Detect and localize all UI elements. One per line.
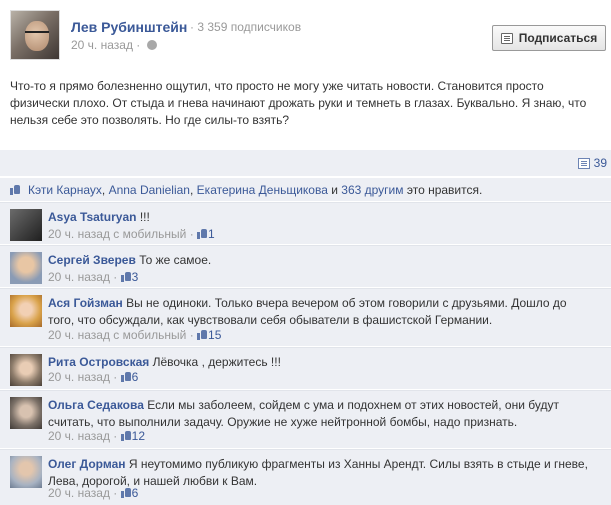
comment-meta: 20 ч. назад · 6 — [48, 486, 138, 500]
comment-like-count[interactable]: 3 — [120, 270, 139, 284]
comment-body: Рита Островская Лёвочка , держитесь !!! — [48, 354, 596, 371]
like-icon — [197, 329, 208, 340]
like-icon — [120, 271, 132, 282]
like-icon — [197, 228, 208, 239]
subscriber-count-text: 3 359 подписчиков — [197, 20, 302, 34]
comma: , — [189, 183, 194, 197]
liker-link[interactable]: Екатерина Деньщикова — [197, 183, 328, 197]
commenter-avatar[interactable] — [10, 456, 42, 488]
post-timestamp[interactable]: 20 ч. назад — [71, 38, 133, 52]
subscribe-label: Подписаться — [518, 31, 598, 45]
comment: Ольга Седакова Если мы заболеем, сойдем … — [0, 390, 611, 448]
comment-like-value: 1 — [208, 227, 215, 241]
share-count[interactable]: 39 — [577, 156, 607, 170]
comment-timestamp[interactable]: 20 ч. назад — [48, 328, 110, 342]
comment-like-count[interactable]: 6 — [120, 370, 139, 384]
comment-body: Олег Дорман Я неутомимо публикую фрагмен… — [48, 456, 596, 490]
likes-others-link[interactable]: 363 другим — [341, 183, 403, 197]
separator: · — [189, 328, 194, 342]
comment-mobile: с мобильный — [113, 328, 187, 342]
comment-text: !!! — [139, 210, 150, 224]
comment-like-count[interactable]: 12 — [120, 429, 145, 443]
comment-body: Сергей Зверев То же самое. — [48, 252, 596, 269]
share-bar: 39 — [0, 150, 611, 176]
commenter-name[interactable]: Asya Tsaturyan — [48, 210, 136, 224]
liker-link[interactable]: Кэти Карнаух — [28, 183, 102, 197]
commenter-avatar[interactable] — [10, 397, 42, 429]
comment-timestamp[interactable]: 20 ч. назад — [48, 227, 110, 241]
commenter-name[interactable]: Олег Дорман — [48, 457, 125, 471]
like-icon — [120, 487, 132, 498]
comment-like-value: 6 — [131, 486, 139, 500]
comment-text: Я неутомимо публикую фрагменты из Ханны … — [48, 457, 588, 488]
separator: · — [136, 38, 141, 52]
separator: · — [190, 20, 194, 34]
share-icon — [577, 157, 590, 169]
comment-meta: 20 ч. назад с мобильный · 15 — [48, 328, 221, 342]
comment-meta: 20 ч. назад · 6 — [48, 370, 138, 384]
commenter-name[interactable]: Сергей Зверев — [48, 253, 136, 267]
likes-text: Кэти Карнаух, Anna Danielian, Екатерина … — [28, 183, 482, 197]
separator: · — [113, 270, 118, 284]
comment-like-count[interactable]: 1 — [197, 227, 215, 241]
comment-meta: 20 ч. назад · 3 — [48, 270, 138, 284]
author-avatar[interactable] — [10, 10, 60, 60]
likes-and: и — [331, 183, 338, 197]
comment: Сергей Зверев То же самое. 20 ч. назад ·… — [0, 245, 611, 287]
comment-like-value: 6 — [131, 370, 139, 384]
comment-body: Asya Tsaturyan !!! — [48, 209, 596, 226]
comment-text: Вы не одиноки. Только вчера вечером об э… — [48, 296, 567, 327]
like-icon — [10, 184, 21, 195]
post-meta: 20 ч. назад · — [71, 38, 157, 52]
comment-meta: 20 ч. назад · 12 — [48, 429, 145, 443]
author-name[interactable]: Лев Рубинштейн — [71, 19, 187, 35]
likes-summary: Кэти Карнаух, Anna Danielian, Екатерина … — [0, 177, 611, 201]
comment-body: Ася Гойзман Вы не одиноки. Только вчера … — [48, 295, 596, 329]
comment-like-count[interactable]: 15 — [197, 328, 221, 342]
comment-like-value: 15 — [208, 328, 222, 342]
likes-suffix: это нравится. — [406, 183, 483, 197]
comment-like-value: 3 — [131, 270, 139, 284]
separator: · — [113, 486, 118, 500]
commenter-avatar[interactable] — [10, 354, 42, 386]
comment-body: Ольга Седакова Если мы заболеем, сойдем … — [48, 397, 596, 431]
subscribe-feed-icon — [500, 32, 513, 44]
comment: Олег Дорман Я неутомимо публикую фрагмен… — [0, 449, 611, 505]
like-icon — [120, 371, 132, 382]
globe-icon[interactable] — [146, 40, 157, 50]
comment-like-count[interactable]: 6 — [120, 486, 139, 500]
separator: · — [113, 429, 118, 443]
comment-timestamp[interactable]: 20 ч. назад — [48, 486, 110, 500]
subscribe-button[interactable]: Подписаться — [492, 25, 606, 51]
comment-text: То же самое. — [139, 253, 212, 267]
like-icon — [120, 430, 132, 441]
comment-timestamp[interactable]: 20 ч. назад — [48, 429, 110, 443]
comment-mobile: с мобильный — [113, 227, 187, 241]
comment-text: Лёвочка , держитесь !!! — [152, 355, 281, 369]
facebook-post: Лев Рубинштейн · 3 359 подписчиков 20 ч.… — [0, 0, 611, 505]
comma: , — [101, 183, 106, 197]
comment: Asya Tsaturyan !!! 20 ч. назад с мобильн… — [0, 202, 611, 244]
subscriber-count: · 3 359 подписчиков — [190, 20, 301, 34]
avatar-glasses — [25, 31, 49, 36]
commenter-name[interactable]: Рита Островская — [48, 355, 149, 369]
comment-meta: 20 ч. назад с мобильный · 1 — [48, 227, 215, 241]
comment-timestamp[interactable]: 20 ч. назад — [48, 370, 110, 384]
commenter-name[interactable]: Ольга Седакова — [48, 398, 144, 412]
commenter-avatar[interactable] — [10, 252, 42, 284]
avatar-face — [25, 21, 49, 51]
commenter-avatar[interactable] — [10, 209, 42, 241]
post-header: Лев Рубинштейн · 3 359 подписчиков 20 ч.… — [0, 0, 611, 70]
comment-timestamp[interactable]: 20 ч. назад — [48, 270, 110, 284]
post-text: Что-то я прямо болезненно ощутил, что пр… — [10, 79, 587, 127]
comment: Ася Гойзман Вы не одиноки. Только вчера … — [0, 288, 611, 346]
comment-like-value: 12 — [131, 429, 145, 443]
commenter-avatar[interactable] — [10, 295, 42, 327]
comment: Рита Островская Лёвочка , держитесь !!! … — [0, 347, 611, 389]
separator: · — [189, 227, 194, 241]
share-count-value: 39 — [593, 156, 607, 170]
separator: · — [113, 370, 118, 384]
commenter-name[interactable]: Ася Гойзман — [48, 296, 123, 310]
liker-link[interactable]: Anna Danielian — [109, 183, 190, 197]
